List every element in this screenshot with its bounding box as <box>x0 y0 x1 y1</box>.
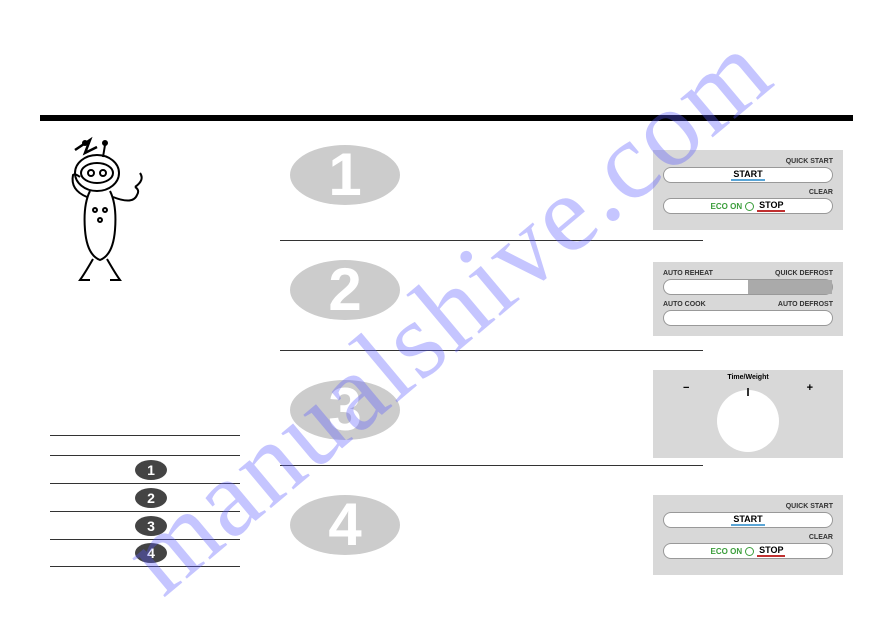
dial-indicator <box>747 388 749 396</box>
start-button[interactable]: START <box>663 512 833 528</box>
divider <box>280 350 703 351</box>
eco-icon <box>745 202 754 211</box>
cook-defrost-button[interactable] <box>663 310 833 326</box>
small-step-oval: 4 <box>135 543 167 563</box>
quick-defrost-label: QUICK DEFROST <box>775 270 833 277</box>
step-number: 2 <box>328 260 361 320</box>
time-weight-label: Time/Weight <box>653 374 843 381</box>
small-step-oval: 2 <box>135 488 167 508</box>
table-row: 3 <box>50 511 240 539</box>
step-oval-2: 2 <box>290 260 400 320</box>
step-oval-4: 4 <box>290 495 400 555</box>
small-step-oval: 3 <box>135 516 167 536</box>
stop-label: STOP <box>757 200 785 212</box>
table-row: 4 <box>50 539 240 567</box>
small-step-table: 1 2 3 4 <box>50 435 240 567</box>
step-number: 4 <box>328 495 361 555</box>
auto-cook-label: AUTO COOK <box>663 301 706 308</box>
divider <box>280 240 703 241</box>
table-row: 1 <box>50 455 240 483</box>
step-number: 1 <box>328 145 361 205</box>
stop-label: STOP <box>757 545 785 557</box>
minus-label: − <box>683 382 689 394</box>
control-panel-2: AUTO REHEAT QUICK DEFROST AUTO COOK AUTO… <box>653 262 843 336</box>
control-panel-1: QUICK START START CLEAR ECO ON STOP <box>653 150 843 230</box>
eco-stop-button[interactable]: ECO ON STOP <box>663 543 833 559</box>
quick-start-label: QUICK START <box>786 158 833 165</box>
plus-label: + <box>807 382 813 394</box>
eco-on-label: ECO ON <box>711 202 743 211</box>
control-panel-3: Time/Weight − + <box>653 370 843 458</box>
control-panel-4: QUICK START START CLEAR ECO ON STOP <box>653 495 843 575</box>
auto-defrost-label: AUTO DEFROST <box>778 301 833 308</box>
small-step-oval: 1 <box>135 460 167 480</box>
step-number: 3 <box>328 380 361 440</box>
robot-character-illustration <box>55 135 165 285</box>
eco-stop-button[interactable]: ECO ON STOP <box>663 198 833 214</box>
table-row: 2 <box>50 483 240 511</box>
auto-reheat-label: AUTO REHEAT <box>663 270 713 277</box>
eco-icon <box>745 547 754 556</box>
time-weight-dial[interactable] <box>717 390 779 452</box>
quick-start-label: QUICK START <box>786 503 833 510</box>
clear-label: CLEAR <box>809 534 833 541</box>
step-oval-1: 1 <box>290 145 400 205</box>
start-button[interactable]: START <box>663 167 833 183</box>
header-divider <box>40 115 853 121</box>
step-oval-3: 3 <box>290 380 400 440</box>
clear-label: CLEAR <box>809 189 833 196</box>
divider <box>280 465 703 466</box>
reheat-defrost-button[interactable] <box>663 279 833 295</box>
eco-on-label: ECO ON <box>711 547 743 556</box>
